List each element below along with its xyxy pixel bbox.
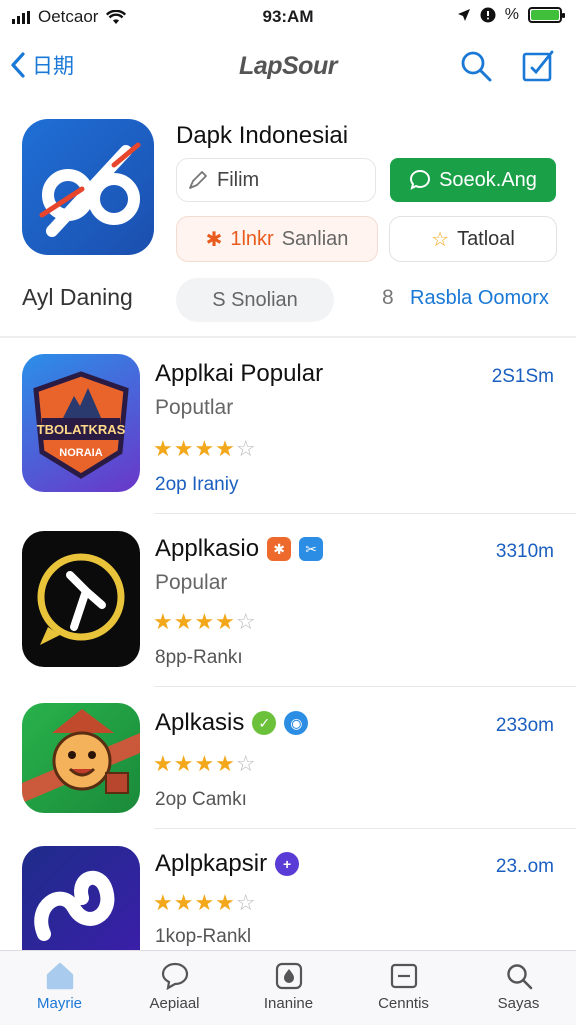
battery-percent: % — [504, 6, 519, 23]
section-divider — [0, 336, 576, 338]
star-rating: ★★★★☆ — [153, 751, 257, 776]
shield-icon: TBOLATKRAS NORAIA — [33, 371, 129, 479]
tabel-label: Tatloal — [457, 227, 515, 250]
drop-icon — [275, 962, 302, 990]
chat-logo-icon — [37, 553, 125, 645]
app-name: Applkasio ✱ ✂ — [155, 535, 324, 563]
app-icon-text: TBOLATKRAS — [37, 422, 126, 437]
tag-text: Sanlian — [281, 227, 349, 250]
app-rank: 1kop-Rankl — [155, 926, 252, 947]
app-name: Aplkasis ✓ ◉ — [155, 709, 309, 737]
infinity-logo-icon — [34, 870, 115, 941]
app-category: Poputlar — [155, 396, 234, 419]
compose-button[interactable] — [520, 48, 556, 84]
app-size: 3310m — [495, 541, 554, 562]
plus-badge-icon: + — [275, 852, 300, 876]
section-label: Ayl Daning — [22, 284, 133, 310]
tag-chip[interactable]: ✱ 1lnkr Sanlian — [176, 216, 378, 262]
pen-icon — [189, 171, 207, 189]
home-icon — [46, 962, 73, 990]
tag-highlight: 1lnkr — [230, 227, 274, 250]
focus-icon — [480, 7, 496, 23]
tab-label: Cenntis — [378, 995, 429, 1012]
sort-link[interactable]: Rasbla Oomorx — [410, 287, 549, 310]
navigation-bar: 日期 LapSour — [0, 42, 576, 94]
app-rank: 2op Camkı — [155, 789, 247, 810]
status-bar: Oetcaor 93:AM % — [0, 0, 576, 34]
app-rank: 8pp-Rankı — [155, 647, 243, 668]
app-name-text: Aplkasis — [155, 709, 245, 736]
app-icon — [22, 703, 140, 813]
app-name: Applkai Popular — [155, 360, 323, 388]
app-category: Popular — [155, 571, 228, 594]
featured-app-icon[interactable] — [22, 119, 154, 255]
app-icon: TBOLATKRAS NORAIA — [22, 354, 140, 492]
tag-star-icon: ✱ — [205, 228, 223, 251]
chat-bubble-icon — [410, 169, 431, 190]
location-icon — [457, 9, 470, 21]
tab-label: Aepiaal — [149, 995, 200, 1012]
app-size: 233om — [495, 715, 554, 736]
tab-apps[interactable]: Aepiaal — [117, 961, 232, 1012]
tab-home[interactable]: Mayrie — [2, 961, 117, 1012]
tools-badge-icon: ✂ — [299, 537, 324, 561]
link-logo-icon — [39, 142, 141, 237]
tab-label: Mayrie — [36, 995, 82, 1012]
star-rating: ★★★★☆ — [153, 609, 257, 634]
info-badge-icon: ◉ — [284, 711, 309, 735]
compose-icon — [522, 50, 554, 82]
app-name-text: Applkasio — [155, 535, 260, 562]
search-icon — [506, 964, 532, 990]
check-badge-icon: ✓ — [252, 711, 277, 735]
app-rank: 2op Iraniy — [155, 474, 239, 495]
star-rating: ★★★★☆ — [153, 436, 257, 461]
sort-count: 8 — [382, 286, 394, 309]
app-name-text: Applkai Popular — [155, 360, 324, 387]
app-size: 2S1Sm — [491, 366, 554, 387]
battery-icon — [528, 7, 565, 23]
flame-badge-icon: ✱ — [267, 537, 292, 561]
secondary-filter-pill[interactable]: S Snolian — [176, 278, 334, 322]
primary-action-label: Soeok.Ang — [439, 168, 537, 191]
tab-games[interactable]: Inanine — [231, 961, 346, 1012]
app-name: Aplpkapsir + — [155, 850, 300, 878]
search-icon — [461, 51, 492, 82]
chat-icon — [161, 962, 188, 991]
featured-app-title: Dapk Indonesiai — [176, 122, 349, 149]
tab-bar: Mayrie Aepiaal Inanine Cenntis Sayas — [0, 950, 576, 1025]
minus-box-icon — [390, 963, 417, 989]
tabel-chip[interactable]: ☆ Tatloal — [389, 216, 557, 262]
film-filter-label: Filim — [217, 168, 260, 191]
row-divider — [154, 513, 576, 514]
tab-search[interactable]: Sayas — [461, 961, 576, 1012]
primary-action-button[interactable]: Soeok.Ang — [390, 158, 556, 202]
app-icon — [22, 531, 140, 667]
app-name-text: Aplpkapsir — [155, 850, 268, 877]
star-outline-icon: ☆ — [431, 228, 450, 251]
tab-label: Sayas — [497, 995, 540, 1012]
app-icon-subtext: NORAIA — [59, 447, 102, 459]
search-button[interactable] — [458, 48, 494, 84]
row-divider — [154, 686, 576, 687]
star-rating: ★★★★☆ — [153, 890, 257, 915]
tab-updates[interactable]: Cenntis — [346, 961, 461, 1012]
tab-label: Inanine — [263, 995, 314, 1012]
row-divider — [154, 828, 576, 829]
app-icon — [22, 846, 140, 950]
film-filter[interactable]: Filim — [176, 158, 376, 202]
cartoon-character-icon — [22, 709, 140, 803]
app-size: 23..om — [495, 856, 554, 877]
